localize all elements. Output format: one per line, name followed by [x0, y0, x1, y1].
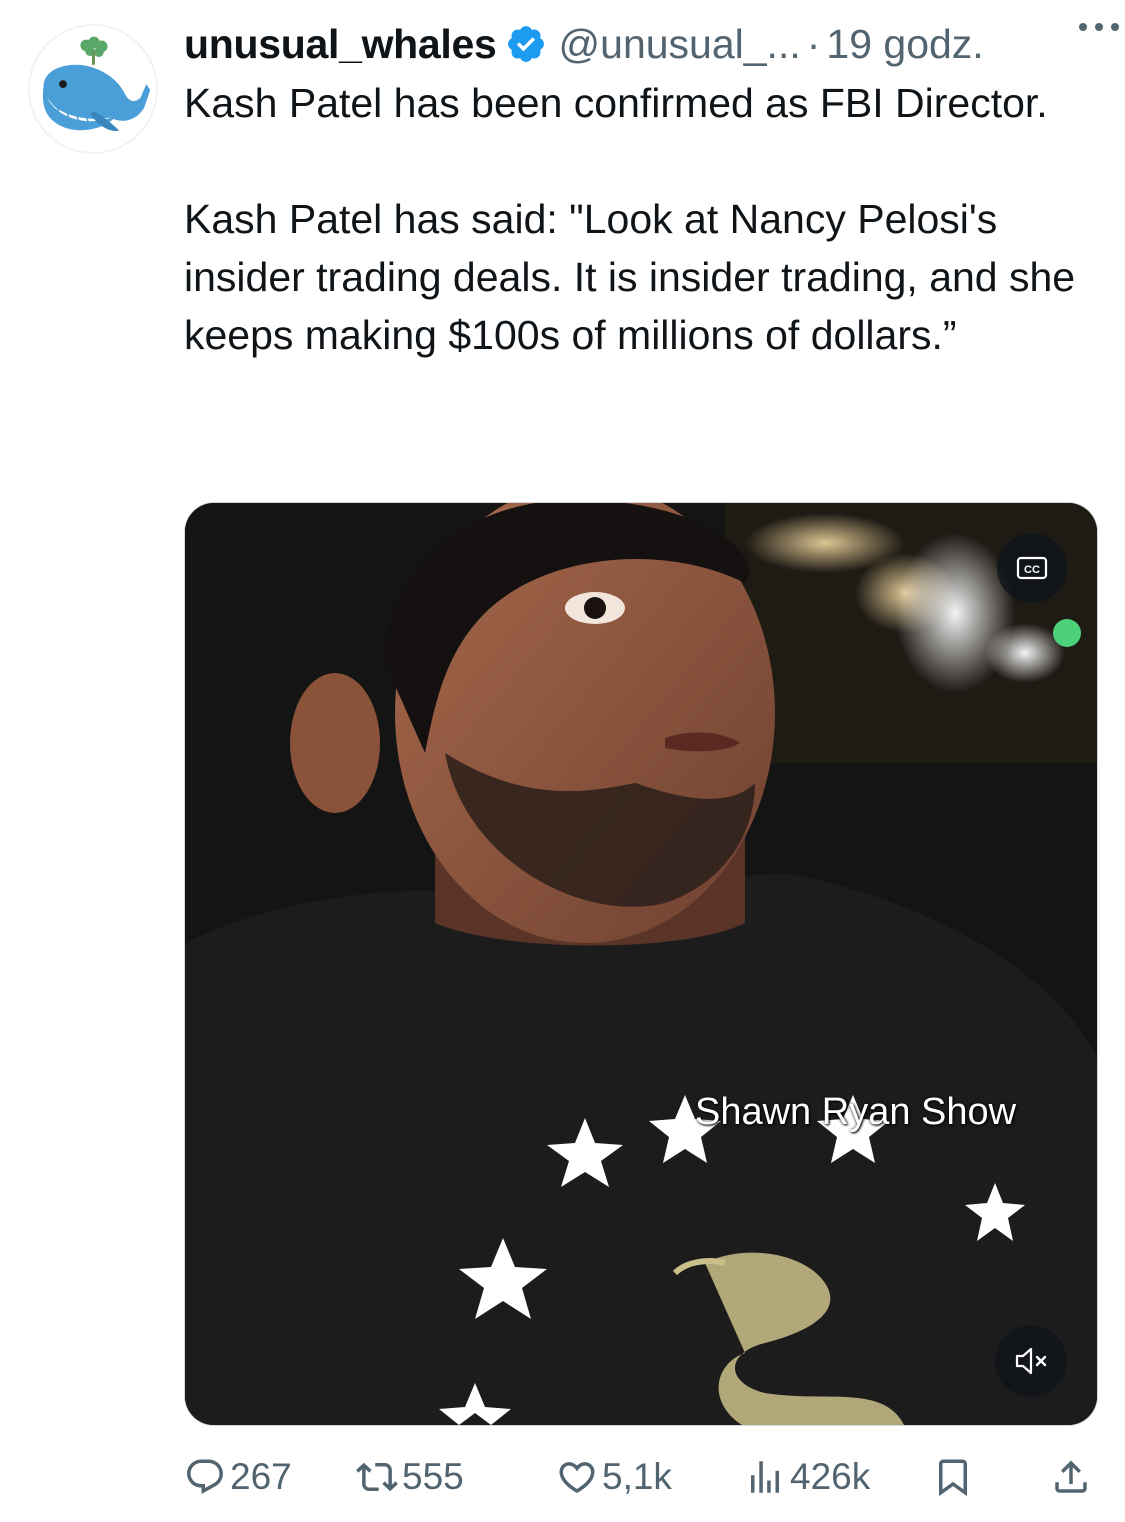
video-frame — [185, 503, 1097, 1425]
tweet: unusual_whales @unusual_... · 19 godz. K… — [0, 0, 1125, 1522]
separator-dot: · — [806, 20, 821, 67]
verified-badge-icon — [505, 23, 547, 65]
more-options-icon[interactable] — [1073, 6, 1125, 48]
repost-icon — [356, 1462, 398, 1492]
like-count: 5,1k — [602, 1456, 672, 1497]
view-count: 426k — [790, 1456, 871, 1497]
muted-speaker-icon — [1015, 1347, 1047, 1375]
like-button[interactable]: 5,1k — [556, 1448, 672, 1506]
tweet-paragraph: Kash Patel has been confirmed as FBI Dir… — [184, 80, 1048, 126]
author-display-name[interactable]: unusual_whales — [184, 21, 497, 68]
share-icon — [1055, 1460, 1087, 1493]
tweet-paragraph: Kash Patel has said: "Look at Nancy Pelo… — [184, 196, 1076, 358]
timestamp[interactable]: 19 godz. — [826, 21, 983, 68]
whale-avatar-icon — [30, 26, 156, 152]
tweet-actions: 267 555 5,1k 426k — [184, 1448, 1098, 1506]
video-player[interactable]: Shawn Ryan Show CC — [184, 502, 1098, 1426]
captions-button[interactable]: CC — [997, 533, 1067, 603]
repost-button[interactable]: 555 — [356, 1448, 464, 1506]
author-handle[interactable]: @unusual_... — [559, 21, 801, 68]
video-caption-overlay: Shawn Ryan Show — [695, 1091, 1017, 1133]
reply-count: 267 — [230, 1456, 292, 1497]
analytics-icon — [751, 1461, 779, 1493]
views-button[interactable]: 426k — [744, 1448, 870, 1506]
tweet-header: unusual_whales @unusual_... · 19 godz. — [184, 16, 1104, 72]
heart-icon — [559, 1462, 595, 1494]
unmute-button[interactable] — [995, 1325, 1067, 1397]
repost-count: 555 — [402, 1456, 464, 1497]
avatar[interactable] — [28, 24, 158, 154]
bookmark-button[interactable] — [932, 1448, 974, 1506]
cc-icon: CC — [1016, 556, 1048, 580]
tweet-text: Kash Patel has been confirmed as FBI Dir… — [184, 74, 1094, 364]
share-button[interactable] — [1050, 1448, 1092, 1506]
bookmark-icon — [939, 1459, 967, 1497]
reply-icon — [187, 1459, 223, 1494]
svg-text:CC: CC — [1024, 564, 1040, 576]
reply-button[interactable]: 267 — [184, 1448, 292, 1506]
